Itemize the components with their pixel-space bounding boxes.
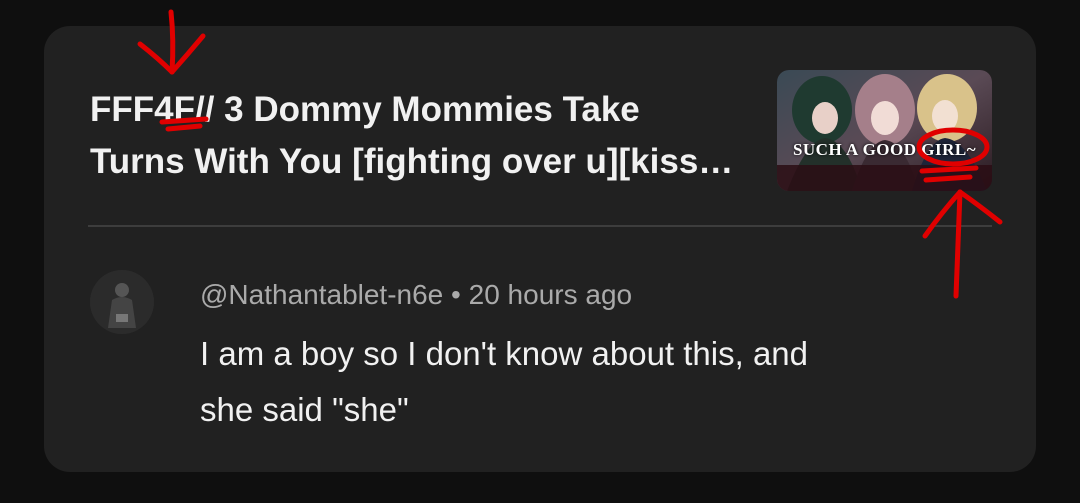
thumbnail-caption: SUCH A GOOD GIRL~ bbox=[792, 140, 977, 159]
comment-text: I am a boy so I don't know about this, a… bbox=[200, 326, 960, 438]
comment-time: 20 hours ago bbox=[468, 279, 633, 310]
divider bbox=[88, 225, 992, 227]
video-title[interactable]: FFF4F// 3 Dommy Mommies Take Turns With … bbox=[90, 84, 734, 188]
video-title-line-1: FFF4F// 3 Dommy Mommies Take bbox=[90, 90, 640, 129]
meta-separator: • bbox=[451, 279, 461, 310]
comment-author[interactable]: @Nathantablet-n6e bbox=[200, 279, 443, 310]
comment-meta: @Nathantablet-n6e • 20 hours ago bbox=[200, 277, 632, 313]
video-title-line-2: Turns With You [fighting over u][kiss… bbox=[90, 142, 734, 181]
video-thumbnail[interactable]: SUCH A GOOD GIRL~ bbox=[777, 70, 992, 191]
avatar[interactable] bbox=[90, 270, 154, 334]
comment-card[interactable]: FFF4F// 3 Dommy Mommies Take Turns With … bbox=[44, 26, 1036, 472]
comment-text-line-1: I am a boy so I don't know about this, a… bbox=[200, 335, 809, 372]
thumbnail-artwork bbox=[777, 70, 992, 191]
comment-text-line-2: she said "she" bbox=[200, 391, 409, 428]
avatar-knight-icon bbox=[90, 270, 154, 334]
